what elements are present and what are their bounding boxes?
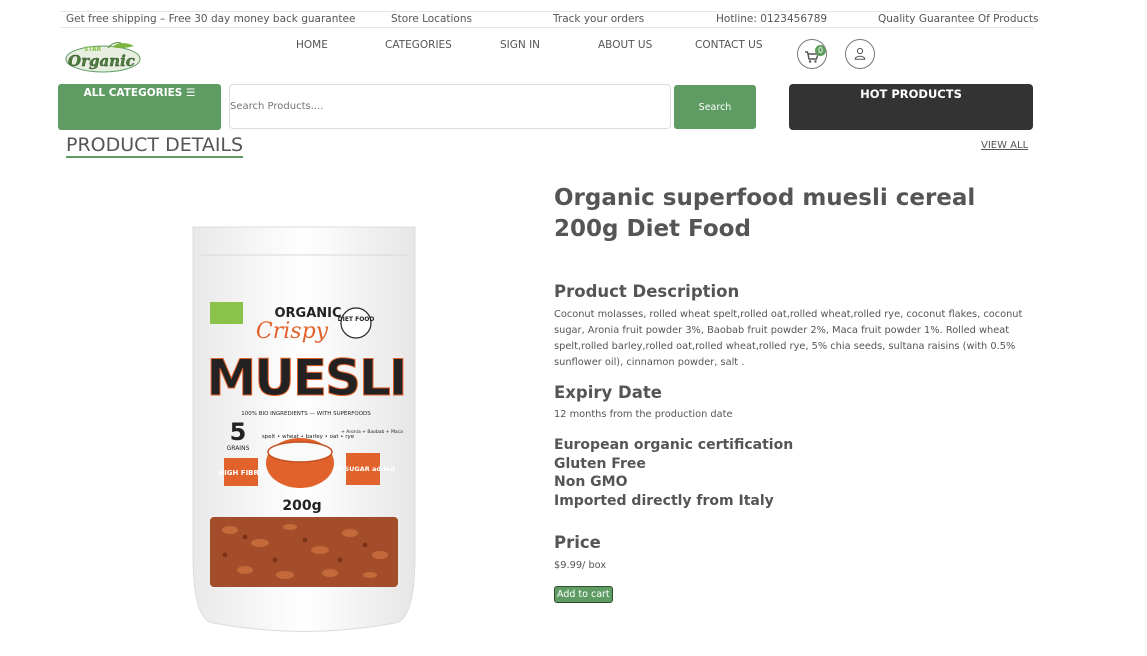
logo-organic-text: Organic — [68, 52, 135, 70]
certification-item: Non GMO — [554, 474, 628, 491]
product-description: Coconut molasses, rolled wheat spelt,rol… — [554, 309, 1023, 368]
top-info-bar: Get free shipping – Free 30 day money ba… — [60, 11, 1039, 28]
price-text: $9.99/ box — [554, 560, 607, 571]
description-heading: Product Description — [554, 282, 740, 301]
section-title: PRODUCT DETAILS — [66, 134, 244, 158]
pouch-ingredients-text: 100% BIO INGREDIENTS — WITH SUPERFOODS — [241, 411, 371, 417]
pouch-crispy-text: Crispy — [256, 319, 329, 344]
product-title: Organic superfood muesli cereal 200g Die… — [554, 185, 976, 242]
product-image: ORGANIC Crispy DIET FOOD MUESLI 100% BIO… — [190, 225, 418, 637]
hotline-text: Hotline: 0123456789 — [716, 13, 828, 25]
cart-button[interactable]: 0 — [797, 39, 827, 69]
certification-item: Gluten Free — [554, 455, 646, 472]
account-button[interactable] — [845, 39, 875, 69]
search-button[interactable]: Search — [674, 85, 756, 129]
expiry-text: 12 months from the production date — [554, 409, 733, 420]
cart-count-badge: 0 — [815, 45, 826, 56]
nav-home[interactable]: HOME — [296, 39, 328, 51]
pouch-high-fibre-text: HIGH FIBRE — [218, 469, 264, 477]
logo[interactable]: STAR Organic — [64, 40, 144, 76]
track-orders-link[interactable]: Track your orders — [553, 13, 644, 25]
pouch-no-sugar-text: NO SUGAR added — [331, 465, 395, 473]
price-heading: Price — [554, 533, 601, 552]
shipping-notice: Get free shipping – Free 30 day money ba… — [66, 13, 356, 25]
certifications-list: European organic certification Gluten Fr… — [554, 436, 793, 511]
pouch-weight-text: 200g — [282, 498, 321, 514]
hot-products-button[interactable]: HOT PRODUCTS — [789, 84, 1033, 130]
user-icon — [854, 45, 866, 64]
quality-guarantee-text: Quality Guarantee Of Products — [878, 13, 1039, 25]
pouch-extras-text: + Aronia + Baobab + Maca — [341, 429, 403, 435]
nav-sign-in[interactable]: SIGN IN — [500, 39, 540, 51]
pouch-diet-food-text: DIET FOOD — [338, 316, 375, 323]
pouch-grains-number: 5 — [230, 418, 247, 446]
store-locations-link[interactable]: Store Locations — [391, 13, 472, 25]
nav-categories[interactable]: CATEGORIES — [385, 39, 452, 51]
certification-item: European organic certification — [554, 437, 794, 453]
certification-item: Imported directly from Italy — [554, 493, 774, 510]
nav-about-us[interactable]: ABOUT US — [598, 39, 652, 51]
add-to-cart-button[interactable]: Add to cart — [554, 586, 613, 603]
search-input[interactable] — [229, 84, 671, 129]
view-all-link[interactable]: VIEW ALL — [981, 140, 1028, 151]
nav-contact-us[interactable]: CONTACT US — [695, 39, 762, 51]
all-categories-button[interactable]: ALL CATEGORIES ☰ — [58, 84, 221, 130]
expiry-heading: Expiry Date — [554, 383, 662, 402]
pouch-grains-text: GRAINS — [227, 445, 250, 452]
pouch-muesli-text: MUESLI — [207, 349, 406, 407]
